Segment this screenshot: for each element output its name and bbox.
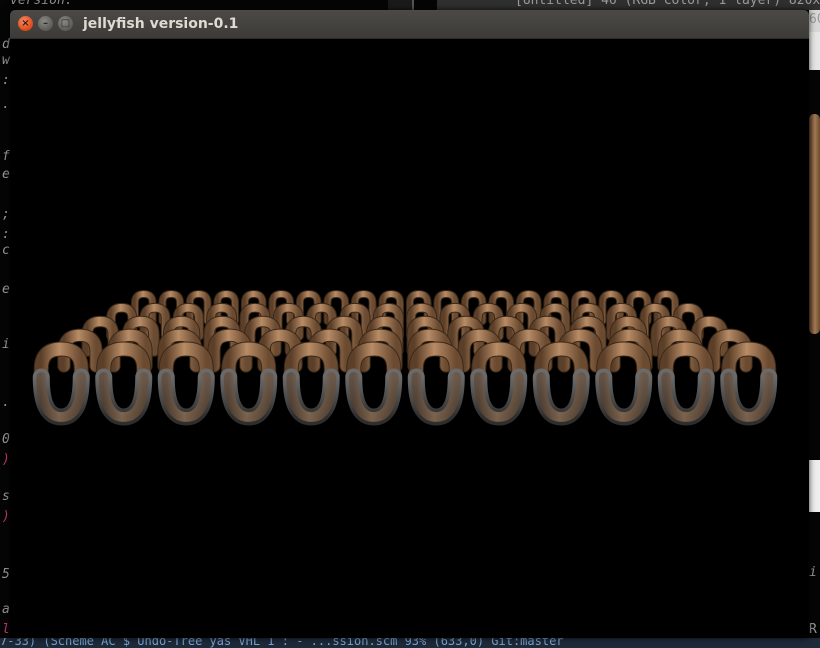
- background-divider: [388, 0, 414, 10]
- background-margin-char: a: [2, 602, 10, 617]
- background-window-title-text: [Untitled] 46 (RGB color, 1 layer) 820x6…: [515, 0, 820, 8]
- background-margin-char: d: [2, 37, 10, 52]
- close-button[interactable]: ×: [18, 16, 33, 31]
- background-strip-chain: [809, 114, 820, 334]
- background-margin-char: c: [2, 243, 10, 258]
- background-margin-char: w: [2, 53, 10, 68]
- background-margin-char: s: [2, 489, 10, 504]
- background-editor-text: version.: [10, 0, 73, 8]
- background-margin-char: :: [2, 73, 10, 88]
- background-margin-char: 0: [2, 432, 10, 447]
- background-modeline: 7-33) (Scheme AC $ Undo-Tree yas VHL 1 :…: [0, 638, 820, 648]
- window-title: jellyfish version-0.1: [83, 16, 239, 32]
- background-strip-text: R: [809, 622, 817, 637]
- background-modeline-text: 7-33) (Scheme AC $ Undo-Tree yas VHL 1 :…: [0, 638, 564, 648]
- maximize-button[interactable]: □: [58, 16, 73, 31]
- background-margin-char: i: [2, 337, 10, 352]
- background-margin-char: l: [2, 622, 10, 637]
- minimize-icon: –: [43, 18, 48, 29]
- background-margin-char: ): [2, 509, 10, 524]
- minimize-button[interactable]: –: [38, 16, 53, 31]
- background-strip-text: 60: [809, 12, 820, 27]
- background-margin-char: .: [2, 97, 10, 112]
- background-window-title: [Untitled] 46 (RGB color, 1 layer) 820x6…: [437, 0, 820, 10]
- background-margin-char: 5: [2, 567, 10, 582]
- app-window: × – □ jellyfish version-0.1: [10, 10, 809, 638]
- background-margin-char: e: [2, 282, 10, 297]
- background-margin-char: ;: [2, 207, 10, 222]
- maximize-icon: □: [60, 18, 71, 29]
- fabric-group: [16, 289, 799, 426]
- background-margin-char: .: [2, 395, 10, 410]
- background-right-strip: 60 i R: [809, 10, 820, 640]
- background-margin-char: ): [2, 452, 10, 467]
- opengl-viewport[interactable]: [10, 39, 809, 638]
- background-margin-char: f: [2, 149, 10, 164]
- background-strip-block: [809, 32, 820, 70]
- background-strip-block: [809, 460, 820, 512]
- knitted-fabric-render: [16, 289, 799, 426]
- background-margin-char: e: [2, 167, 10, 182]
- close-icon: ×: [21, 18, 30, 29]
- background-strip-text: i: [809, 565, 817, 580]
- background-margin-char: :: [2, 227, 10, 242]
- window-titlebar[interactable]: × – □ jellyfish version-0.1: [10, 10, 809, 39]
